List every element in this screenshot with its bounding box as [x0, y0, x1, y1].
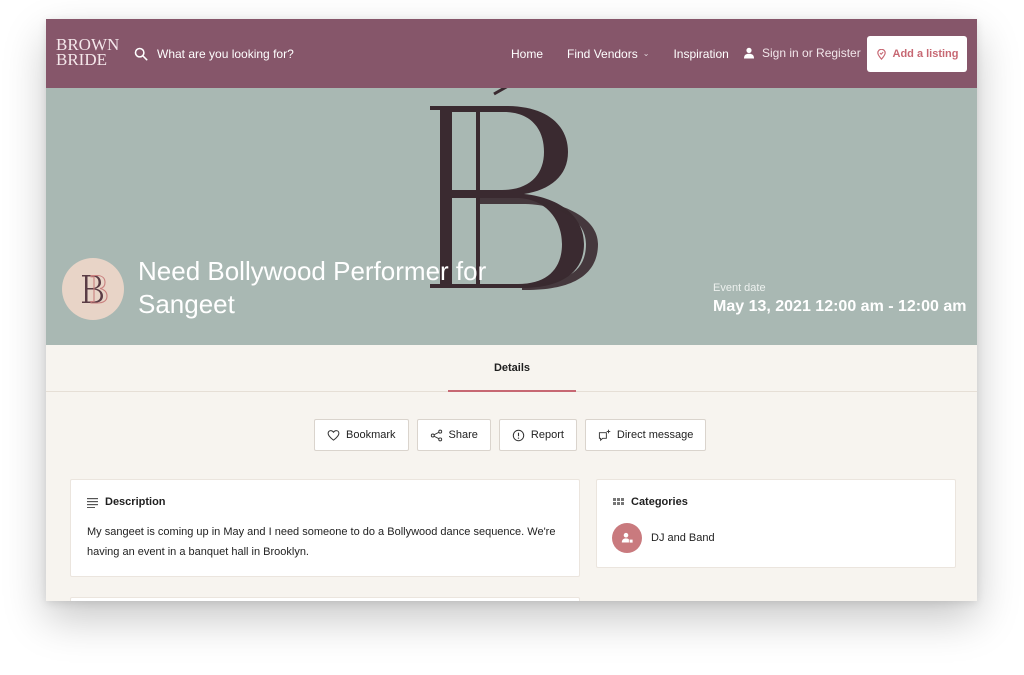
add-listing-button[interactable]: Add a listing: [867, 36, 967, 72]
nav-find-vendors[interactable]: Find Vendors ⌄: [567, 47, 649, 61]
share-label: Share: [448, 429, 478, 441]
logo-line2: BRIDE: [56, 50, 107, 69]
report-label: Report: [530, 429, 564, 441]
next-card: [70, 597, 580, 601]
listing-hero: Need Bollywood Performer for Sangeet Eve…: [46, 88, 977, 345]
nav-home[interactable]: Home: [511, 47, 543, 61]
nav-home-label: Home: [511, 46, 544, 61]
description-card: Description My sangeet is coming up in M…: [70, 479, 580, 577]
event-date-label: Event date: [713, 282, 766, 294]
description-text: My sangeet is coming up in May and I nee…: [87, 526, 556, 558]
chevron-down-icon: ⌄: [642, 49, 650, 58]
nav-inspiration[interactable]: Inspiration: [673, 47, 728, 61]
grid-icon: [613, 497, 624, 505]
listing-tabs: Details: [46, 345, 977, 392]
search-icon: [134, 47, 148, 61]
add-listing-label: Add a listing: [892, 48, 959, 60]
text-lines-icon: [87, 497, 98, 508]
brown-bride-logo[interactable]: BROWN BRIDE: [56, 36, 122, 71]
bookmark-label: Bookmark: [346, 429, 396, 441]
share-button[interactable]: Share: [416, 419, 491, 451]
event-date-value: May 13, 2021 12:00 am - 12:00 am: [713, 298, 967, 315]
bb-avatar-logo: [82, 274, 108, 304]
tab-details[interactable]: Details: [448, 345, 576, 392]
listing-avatar[interactable]: [62, 258, 124, 320]
category-item[interactable]: DJ and Band: [612, 523, 715, 553]
nav-find-vendors-label: Find Vendors: [567, 46, 638, 61]
description-heading: Description: [87, 496, 166, 508]
direct-message-button[interactable]: Direct message: [584, 419, 707, 451]
message-plus-icon: [598, 429, 611, 441]
category-label: DJ and Band: [651, 532, 715, 544]
main-nav: Home Find Vendors ⌄ Inspiration: [511, 19, 753, 88]
search-bar[interactable]: [134, 43, 357, 65]
categories-heading: Categories: [613, 496, 688, 508]
search-input[interactable]: [157, 47, 357, 61]
bookmark-button[interactable]: Bookmark: [314, 419, 409, 451]
share-icon: [430, 429, 442, 441]
listing-title: Need Bollywood Performer for Sangeet: [138, 256, 487, 319]
heart-icon: [327, 429, 340, 441]
categories-heading-label: Categories: [631, 496, 688, 508]
site-header: BROWN BRIDE Home Find Vendors ⌄ Inspirat…: [46, 19, 977, 88]
description-heading-label: Description: [105, 496, 166, 508]
alert-circle-icon: [512, 429, 525, 441]
categories-card: Categories DJ and Band: [596, 479, 956, 568]
browser-window: BROWN BRIDE Home Find Vendors ⌄ Inspirat…: [46, 19, 977, 601]
action-bar: Bookmark Share Report Direct message: [314, 419, 707, 451]
nav-inspiration-label: Inspiration: [673, 46, 729, 61]
signin-link[interactable]: Sign in or Register: [743, 46, 861, 60]
direct-message-label: Direct message: [616, 429, 694, 441]
report-button[interactable]: Report: [498, 419, 577, 451]
user-group-icon: [612, 523, 642, 553]
signin-label: Sign in or Register: [762, 46, 861, 60]
user-icon: [744, 47, 754, 59]
location-pin-icon: [876, 48, 886, 60]
